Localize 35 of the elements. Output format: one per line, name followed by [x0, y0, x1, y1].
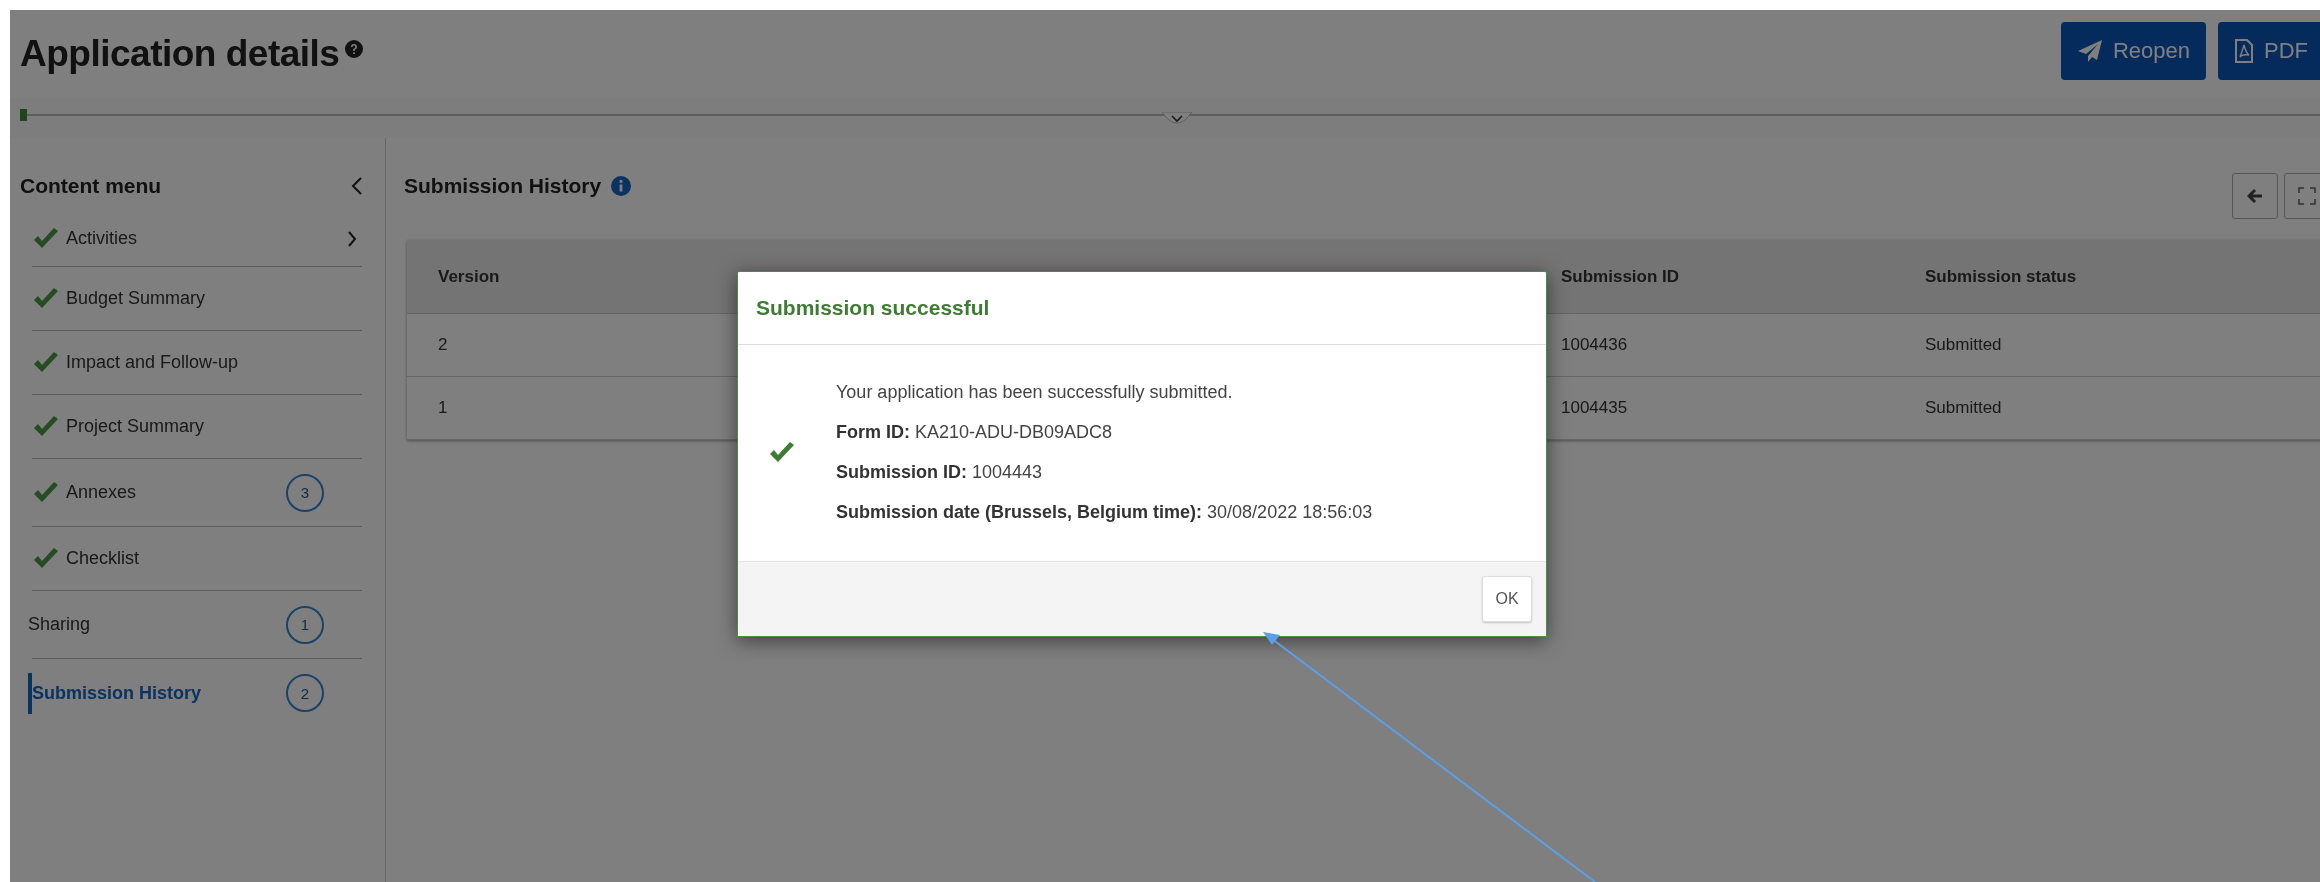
sidebar-item[interactable]: Submission History [28, 672, 202, 714]
collapse-chevron-icon[interactable] [351, 177, 363, 195]
sidebar-item[interactable]: Activities [66, 228, 137, 249]
pdf-file-icon [2234, 39, 2254, 63]
paper-plane-icon [2076, 39, 2103, 63]
chevron-right-icon[interactable] [347, 230, 357, 247]
sidebar-item[interactable]: Annexes [66, 482, 137, 503]
column-header: Submission status [1894, 240, 2320, 314]
table-cell: Submitted [1894, 313, 2320, 377]
sidebar-item[interactable]: Impact and Follow-up [66, 352, 239, 373]
pdf-button[interactable]: PDF [2218, 22, 2320, 80]
count-badge: 2 [286, 674, 324, 712]
help-icon[interactable] [345, 40, 364, 58]
sidebar-item[interactable]: Sharing [28, 614, 91, 635]
sidebar-item[interactable]: Budget Summary [66, 288, 206, 309]
detail-line: Submission ID: 1004443 [836, 461, 1044, 483]
section-title: Submission History [404, 174, 602, 198]
back-arrow-icon [2247, 188, 2263, 204]
count-badge: 3 [286, 473, 324, 512]
ok-button[interactable]: OK [1482, 576, 1532, 622]
detail-line: Submission date (Brussels, Belgium time): 30/08/2022 18:56:03 [836, 501, 1373, 523]
detail-line: Form ID: KA210-ADU-DB09ADC8 [836, 421, 1114, 443]
count-badge: 1 [286, 605, 324, 644]
success-message: Your application has been successfully submitted. [836, 381, 1234, 403]
table-cell: Submitted [1894, 376, 2320, 440]
fullscreen-icon [2298, 187, 2316, 205]
sidebar-title: Content menu [20, 174, 162, 198]
column-header: Submission ID [1530, 240, 1894, 314]
back-button[interactable] [2232, 173, 2278, 219]
sidebar-item[interactable]: Checklist [66, 548, 140, 569]
fullscreen-button[interactable] [2284, 173, 2320, 219]
sidebar-item[interactable]: Project Summary [66, 416, 205, 437]
reopen-button[interactable]: Reopen [2060, 22, 2206, 80]
page-title: Application details [20, 33, 340, 75]
info-icon[interactable] [611, 176, 632, 196]
